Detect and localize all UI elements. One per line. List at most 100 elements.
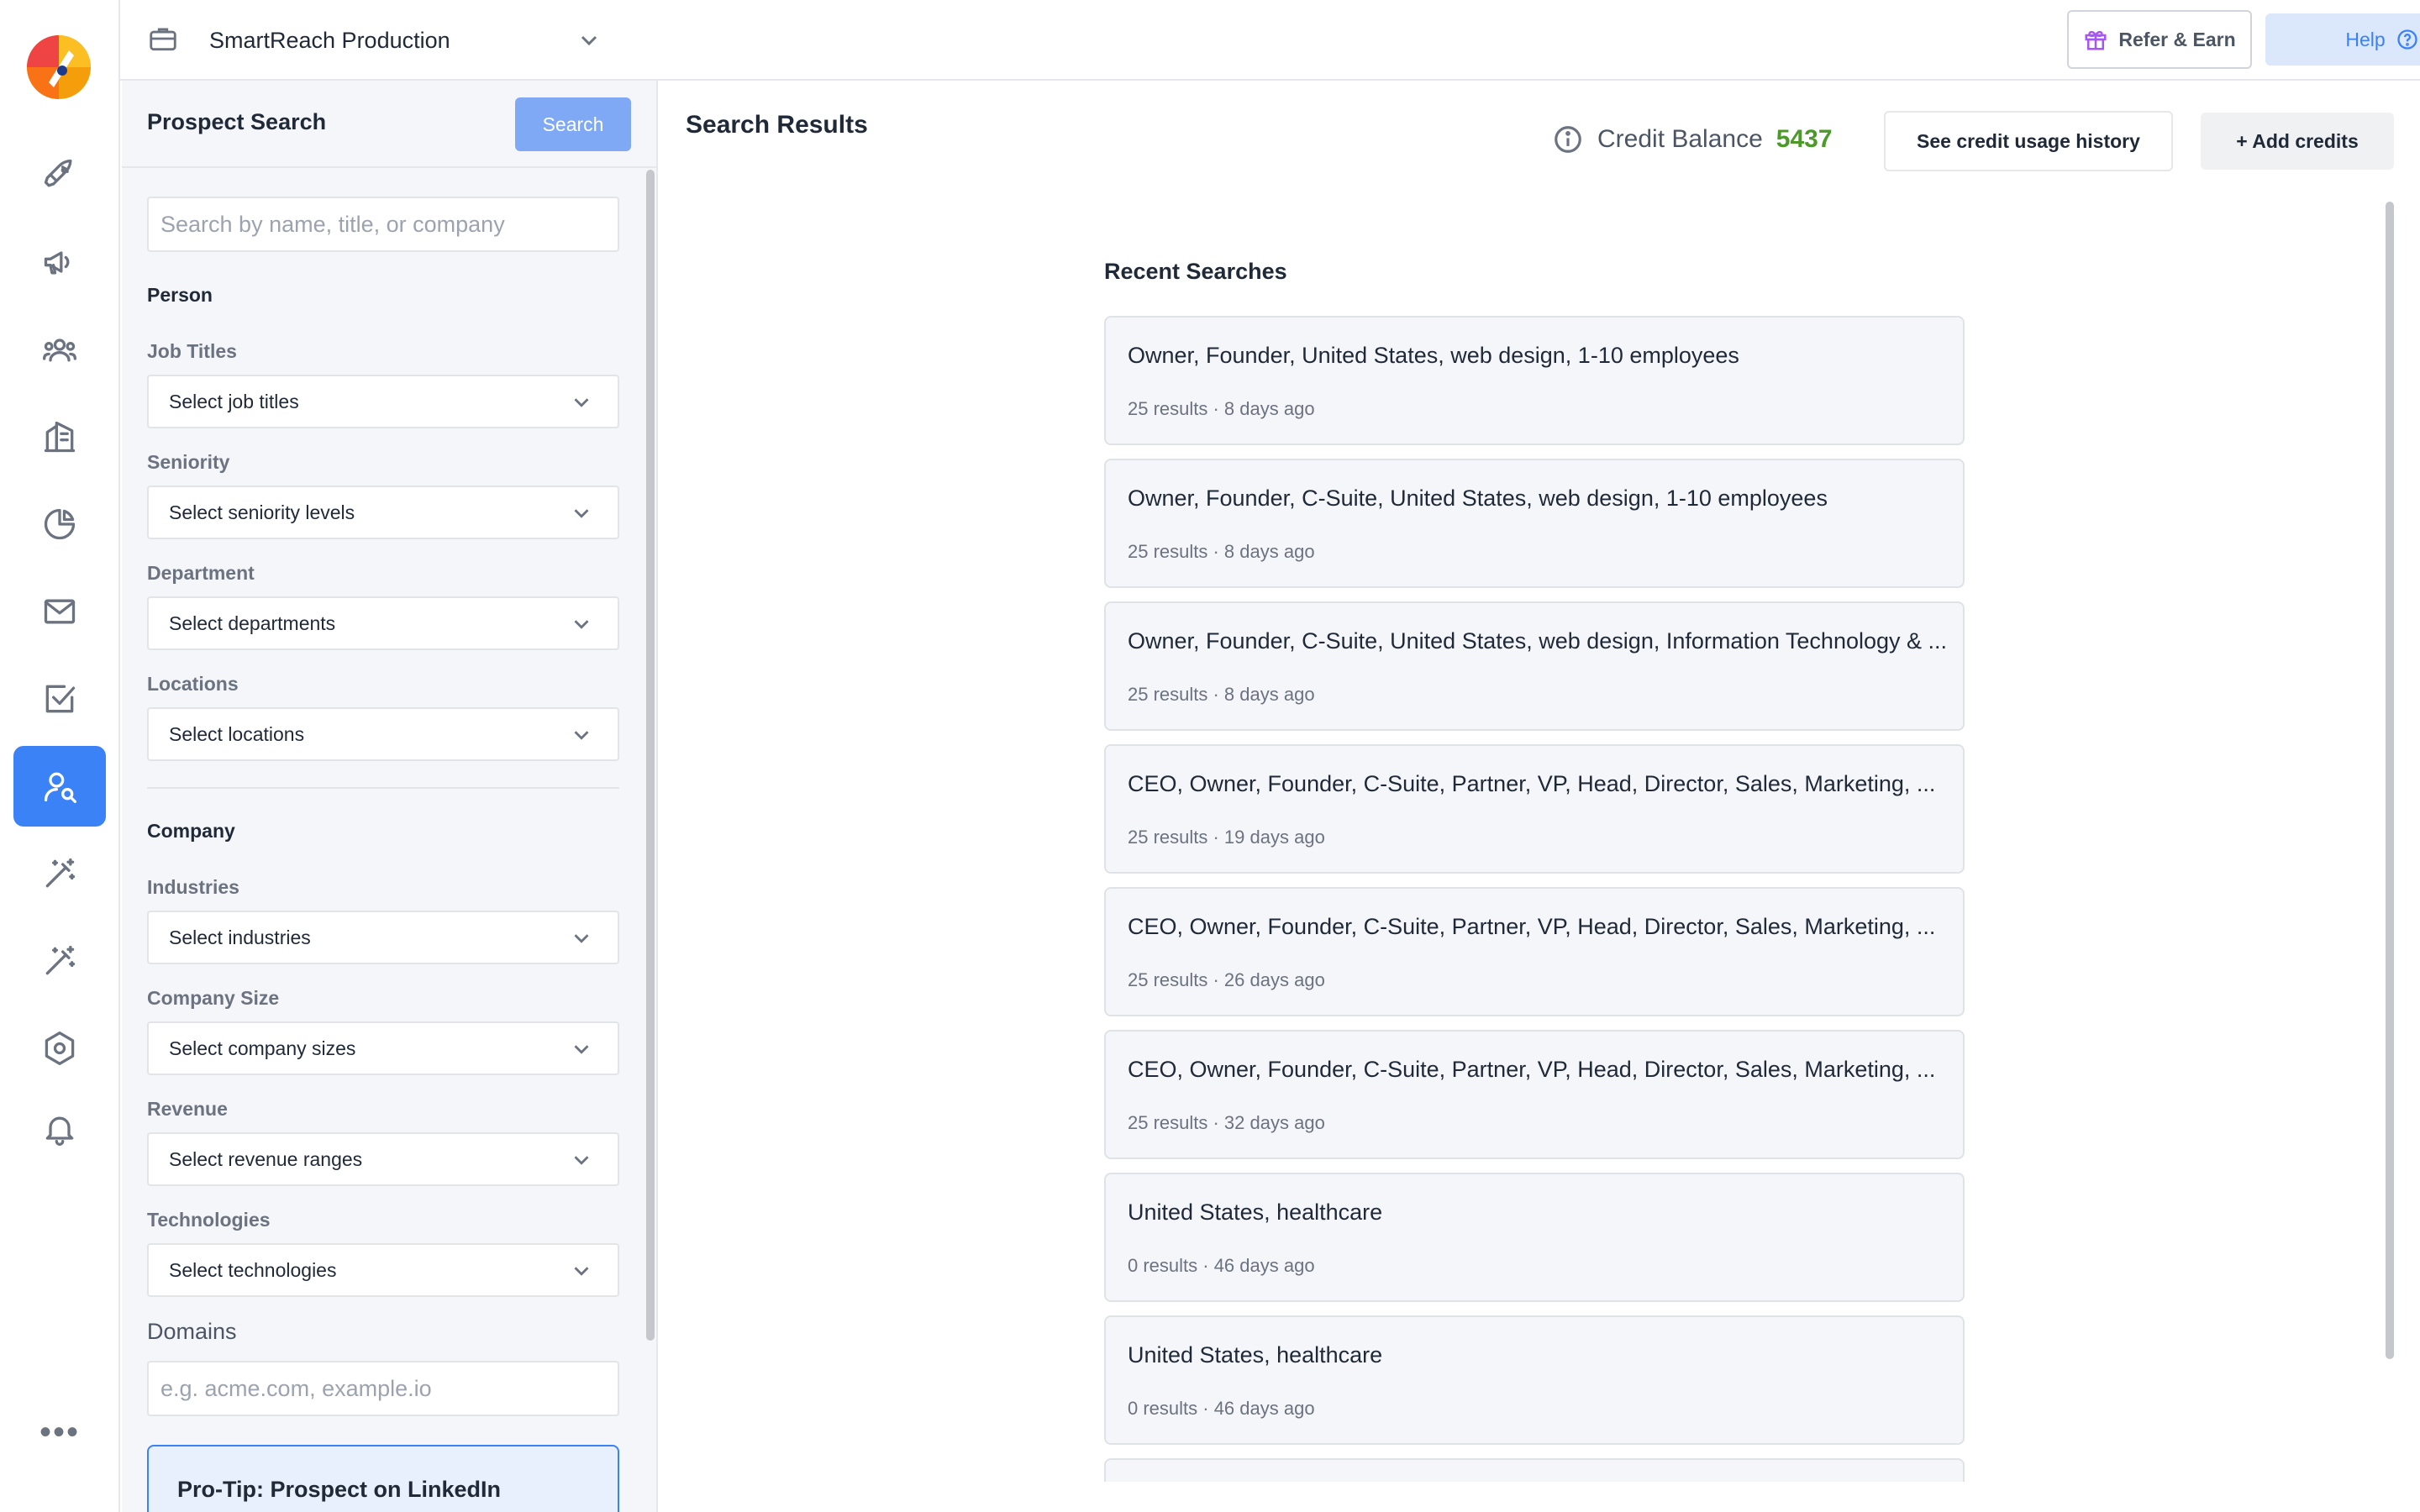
domains-input[interactable] [160, 1375, 606, 1402]
recent-search-item[interactable]: CEO, Owner, Founder, C-Suite, Partner, V… [1104, 1030, 1965, 1159]
locations-select[interactable]: Select locations [147, 707, 619, 761]
keyword-search-field[interactable] [147, 197, 619, 252]
revenue-value: Select revenue ranges [169, 1147, 363, 1170]
recent-search-item[interactable]: CEO, Owner, Founder, C-Suite, Partner, V… [1104, 887, 1965, 1016]
domains-label: Domains [147, 1319, 237, 1344]
refer-earn-label: Refer & Earn [2118, 28, 2236, 50]
credit-balance-value: 5437 [1776, 125, 1833, 153]
section-divider [147, 787, 619, 789]
department-value: Select departments [169, 612, 336, 634]
credit-usage-history-button[interactable]: See credit usage history [1884, 111, 2173, 171]
recent-search-query: Owner, Founder, C-Suite, United States, … [1128, 486, 1828, 511]
recent-search-meta: 0 results · 46 days ago [1128, 1255, 1315, 1276]
chevron-down-icon [576, 27, 602, 58]
job-titles-select[interactable]: Select job titles [147, 375, 619, 428]
recent-search-item[interactable]: United States, healthcare 0 results · 46… [1104, 1173, 1965, 1302]
department-select[interactable]: Select departments [147, 596, 619, 650]
recent-search-meta: 25 results · 26 days ago [1128, 969, 1325, 990]
search-results-area: Search Results Credit Balance 5437 See c… [660, 81, 2420, 1512]
rail-item-reports[interactable] [13, 484, 106, 564]
job-titles-label: Job Titles [147, 340, 237, 362]
add-credits-button[interactable]: + Add credits [2201, 113, 2394, 170]
technologies-value: Select technologies [169, 1258, 337, 1281]
panel-scrollbar[interactable] [646, 170, 655, 1341]
seniority-value: Select seniority levels [169, 501, 355, 523]
refer-earn-button[interactable]: Refer & Earn [2067, 10, 2252, 69]
rail-item-ai-writer[interactable] [13, 833, 106, 914]
technologies-label: Technologies [147, 1209, 271, 1231]
magic-wand-icon [45, 858, 76, 888]
domains-field[interactable] [147, 1361, 619, 1416]
revenue-select[interactable]: Select revenue ranges [147, 1132, 619, 1186]
filter-panel-header: Prospect Search Search [122, 81, 656, 168]
industries-value: Select industries [169, 926, 311, 948]
recent-search-query: United States, healthcare [1128, 1200, 1383, 1225]
industries-label: Industries [147, 876, 239, 898]
company-size-value: Select company sizes [169, 1037, 356, 1059]
person-section-title: Person [147, 284, 213, 306]
seniority-select[interactable]: Select seniority levels [147, 486, 619, 539]
prospect-search-icon [44, 772, 76, 803]
recent-search-query: CEO, Owner, Founder, C-Suite, Partner, V… [1128, 914, 1936, 939]
results-scrollbar[interactable] [2386, 202, 2394, 1359]
recent-search-query: Owner, Founder, C-Suite, United States, … [1128, 628, 1948, 654]
recent-search-item[interactable]: United States, healthcare 0 results · 46… [1104, 1315, 1965, 1445]
more-options-icon[interactable]: ••• [13, 1411, 106, 1453]
chevron-down-icon [569, 1147, 594, 1178]
rail-item-announcements[interactable] [13, 222, 106, 302]
rail-item-prospect-search[interactable] [13, 746, 106, 827]
locations-label: Locations [147, 673, 239, 695]
protip-title: Pro-Tip: Prospect on LinkedIn [177, 1477, 502, 1502]
rail-item-campaigns[interactable] [13, 134, 106, 215]
panel-title: Prospect Search [147, 109, 327, 134]
rail-item-accounts[interactable] [13, 396, 106, 477]
rocket-icon [44, 159, 72, 187]
rail-item-ai-tools[interactable] [13, 921, 106, 1001]
keyword-search-input[interactable] [160, 211, 606, 238]
recent-search-item[interactable]: Owner, Founder, United States, web desig… [1104, 316, 1965, 445]
page-title: Search Results [686, 111, 868, 139]
recent-search-item[interactable]: Owner, Founder, C-Suite, United States, … [1104, 601, 1965, 731]
company-section-title: Company [147, 820, 235, 842]
top-bar: SmartReach Production Refer & Earn Help [120, 0, 2420, 81]
rail-item-tasks[interactable] [13, 659, 106, 739]
rail-item-inbox[interactable] [13, 571, 106, 652]
building-icon [44, 421, 76, 453]
industries-select[interactable]: Select industries [147, 911, 619, 964]
briefcase-icon [147, 23, 179, 59]
recent-search-item[interactable] [1104, 1458, 1965, 1482]
bell-icon [45, 1116, 74, 1146]
icon-rail: ••• [0, 0, 120, 1512]
rail-item-notifications[interactable] [13, 1089, 106, 1169]
recent-search-query: CEO, Owner, Founder, C-Suite, Partner, V… [1128, 771, 1936, 796]
magic-wand-alt-icon [45, 945, 76, 975]
recent-search-meta: 25 results · 8 days ago [1128, 398, 1315, 419]
protip-card[interactable]: Pro-Tip: Prospect on LinkedIn [147, 1445, 619, 1512]
info-icon[interactable] [1552, 123, 1584, 155]
mail-icon [44, 599, 76, 624]
megaphone-icon [44, 251, 70, 275]
help-circle-icon [2396, 29, 2417, 50]
help-button[interactable]: Help [2265, 13, 2420, 66]
company-size-select[interactable]: Select company sizes [147, 1021, 619, 1075]
search-button[interactable]: Search [515, 97, 631, 151]
workspace-name: SmartReach Production [209, 27, 450, 53]
company-size-label: Company Size [147, 987, 280, 1009]
revenue-label: Revenue [147, 1098, 228, 1120]
smartreach-logo[interactable] [24, 32, 94, 102]
rail-item-prospects[interactable] [13, 309, 106, 390]
seniority-label: Seniority [147, 451, 230, 473]
recent-search-meta: 25 results · 32 days ago [1128, 1112, 1325, 1133]
technologies-select[interactable]: Select technologies [147, 1243, 619, 1297]
chevron-down-icon [569, 612, 594, 642]
recent-search-item[interactable]: Owner, Founder, C-Suite, United States, … [1104, 459, 1965, 588]
chevron-down-icon [569, 1258, 594, 1289]
recent-search-item[interactable]: CEO, Owner, Founder, C-Suite, Partner, V… [1104, 744, 1965, 874]
job-titles-value: Select job titles [169, 390, 299, 412]
workspace-selector[interactable]: SmartReach Production [147, 17, 618, 64]
recent-search-meta: 25 results · 8 days ago [1128, 541, 1315, 562]
rail-item-settings[interactable] [13, 1008, 106, 1089]
credit-balance-label: Credit Balance [1597, 125, 1763, 153]
recent-searches-title: Recent Searches [1104, 259, 1287, 284]
recent-search-query: CEO, Owner, Founder, C-Suite, Partner, V… [1128, 1057, 1936, 1082]
